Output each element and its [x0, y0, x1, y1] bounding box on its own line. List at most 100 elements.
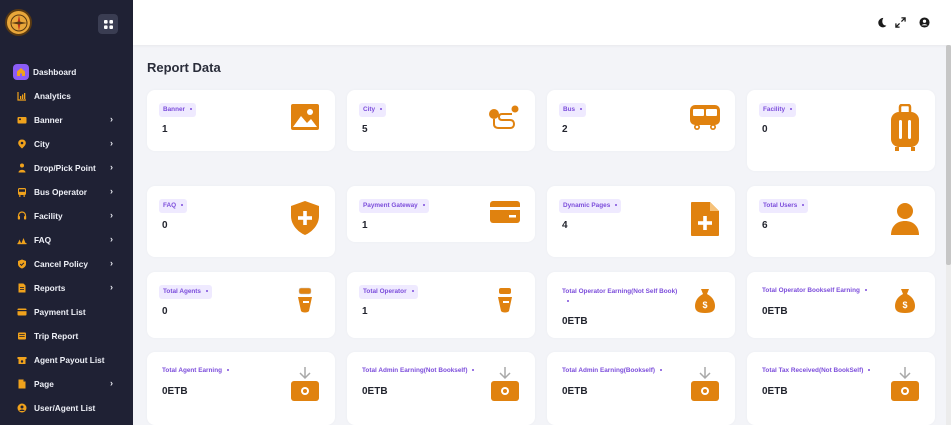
sidebar-item-city[interactable]: City › — [0, 132, 133, 156]
sidebar-item-label: User/Agent List — [34, 403, 96, 413]
sidebar-item-label: Dashboard — [33, 67, 77, 77]
card-label: Total Admin Earning(Bookself) — [562, 367, 663, 375]
sidebar-item-analytics[interactable]: Analytics — [0, 84, 133, 108]
dark-mode-toggle[interactable] — [875, 16, 887, 28]
logo[interactable] — [5, 9, 32, 36]
bus-icon — [689, 103, 721, 131]
card-value: 0ETB — [762, 386, 788, 397]
user-icon — [16, 403, 27, 414]
headset-icon — [16, 211, 27, 222]
caret-dot-icon — [802, 204, 805, 207]
chevron-right-icon: › — [110, 114, 113, 124]
stat-card-total-operator[interactable]: Total Operator 1 — [347, 272, 535, 338]
sidebar-item-bus-operator[interactable]: Bus Operator › — [0, 180, 133, 204]
payout-icon — [16, 355, 27, 366]
stat-card-total-admin-earning-bookself[interactable]: Total Admin Earning(Bookself) 0ETB — [547, 352, 735, 425]
card-label: Total Operator Earning(Not Self Book) — [562, 287, 682, 307]
payment-list-icon — [16, 307, 27, 318]
stat-card-total-admin-earning-not-bookself[interactable]: Total Admin Earning(Not Bookself) 0ETB — [347, 352, 535, 425]
sidebar-item-dashboard[interactable]: Dashboard — [0, 60, 133, 84]
stat-card-total-tax-received-not-bookself[interactable]: Total Tax Received(Not BookSelf) 0ETB — [747, 352, 935, 425]
caret-dot-icon — [380, 108, 383, 111]
card-label: FAQ — [159, 199, 188, 213]
sidebar-item-label: Analytics — [34, 91, 71, 101]
stat-card-total-agent-earning[interactable]: Total Agent Earning 0ETB — [147, 352, 335, 425]
bus-icon — [16, 187, 27, 198]
grid-icon — [103, 19, 113, 29]
stat-card-dynamic-pages[interactable]: Dynamic Pages 4 — [547, 186, 735, 257]
card-value: 1 — [362, 306, 368, 317]
card-label: Payment Gateway — [359, 199, 429, 213]
card-value: 0 — [162, 220, 168, 231]
sidebar-item-label: City — [34, 139, 50, 149]
card-value: 1 — [362, 220, 368, 231]
card-value: 5 — [362, 124, 368, 135]
sidebar-item-facility[interactable]: Facility › — [0, 204, 133, 228]
sidebar-item-label: Bus Operator — [34, 187, 88, 197]
caret-dot-icon — [790, 108, 793, 111]
money-bag-icon: $ — [894, 288, 916, 314]
topbar — [133, 0, 951, 45]
shield-plus-icon — [290, 200, 320, 236]
page-scrollbar-thumb[interactable] — [946, 45, 951, 265]
trip-report-icon — [16, 331, 27, 342]
luggage-icon — [890, 104, 920, 152]
card-value: 4 — [562, 220, 568, 231]
chevron-right-icon: › — [110, 138, 113, 148]
sidebar-item-faq[interactable]: FAQ › — [0, 228, 133, 252]
card-label: Total Users — [759, 199, 809, 213]
sidebar-item-label: FAQ — [34, 235, 52, 245]
chevron-right-icon: › — [110, 186, 113, 196]
stat-card-faq[interactable]: FAQ 0 — [147, 186, 335, 257]
credit-card-icon — [489, 200, 521, 224]
card-value: 1 — [162, 124, 168, 135]
sidebar-item-label: Agent Payout List — [34, 355, 105, 365]
home-icon — [13, 64, 29, 80]
file-plus-icon — [690, 201, 720, 237]
withdraw-icon — [290, 366, 320, 402]
stat-card-payment-gateway[interactable]: Payment Gateway 1 — [347, 186, 535, 242]
profile-button[interactable] — [918, 16, 930, 28]
sidebar-item-user-agent-list[interactable]: User/Agent List — [0, 396, 133, 420]
caret-dot-icon — [472, 369, 475, 372]
sidebar-item-payment-list[interactable]: Payment List — [0, 300, 133, 324]
sidebar-item-cancel-policy[interactable]: Cancel Policy › — [0, 252, 133, 276]
stat-card-total-operator-bookself-earning[interactable]: Total Operator Bookself Earning 0ETB $ — [747, 272, 935, 338]
person-pin-icon — [16, 163, 27, 174]
card-label: City — [359, 103, 387, 117]
analytics-icon — [16, 91, 27, 102]
sidebar-item-label: Payment List — [34, 307, 86, 317]
svg-text:$: $ — [902, 300, 907, 310]
stat-card-bus[interactable]: Bus 2 — [547, 90, 735, 151]
sidebar-item-banner[interactable]: Banner › — [0, 108, 133, 132]
stat-card-total-users[interactable]: Total Users 6 — [747, 186, 935, 257]
sidebar-item-drop-pick-point[interactable]: Drop/Pick Point › — [0, 156, 133, 180]
page-icon — [16, 379, 27, 390]
card-label: Facility — [759, 103, 797, 117]
withdraw-icon — [690, 366, 720, 402]
caret-dot-icon — [567, 300, 569, 303]
chevron-right-icon: › — [110, 258, 113, 268]
sidebar-item-label: Page — [34, 379, 54, 389]
stat-card-facility[interactable]: Facility 0 — [747, 90, 935, 171]
caret-dot-icon — [615, 204, 618, 207]
caret-dot-icon — [660, 369, 663, 372]
sidebar: Dashboard Analytics Banner › City › Drop… — [0, 0, 133, 425]
stat-card-total-agents[interactable]: Total Agents 0 — [147, 272, 335, 338]
stat-card-city[interactable]: City 5 — [347, 90, 535, 151]
account-circle-icon — [918, 16, 930, 28]
card-label: Total Agent Earning — [162, 367, 229, 375]
menu-toggle-button[interactable] — [98, 14, 118, 34]
fullscreen-button[interactable] — [894, 16, 906, 28]
stat-card-total-operator-earning-not-self-book[interactable]: Total Operator Earning(Not Self Book) 0E… — [547, 272, 735, 338]
withdraw-icon — [490, 366, 520, 402]
card-value: 0 — [162, 306, 168, 317]
sidebar-item-page[interactable]: Page › — [0, 372, 133, 396]
card-value: 0ETB — [562, 386, 588, 397]
card-value: 0ETB — [762, 306, 788, 317]
sidebar-item-reports[interactable]: Reports › — [0, 276, 133, 300]
sidebar-item-agent-payout-list[interactable]: Agent Payout List — [0, 348, 133, 372]
stat-card-banner[interactable]: Banner 1 — [147, 90, 335, 151]
sidebar-item-trip-report[interactable]: Trip Report — [0, 324, 133, 348]
moon-icon — [877, 17, 886, 27]
